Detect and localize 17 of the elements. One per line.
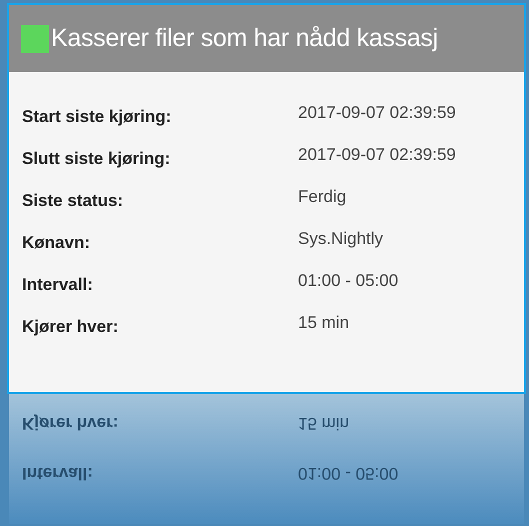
field-value: Sys.Nightly	[298, 228, 384, 250]
field-value: Ferdig	[298, 186, 346, 208]
reflected-value: 15 min	[298, 412, 350, 435]
reflected-value: 01:00 - 05:00	[298, 462, 398, 485]
field-label: Intervall:	[22, 274, 94, 296]
field-label: Slutt siste kjøring:	[22, 148, 172, 170]
field-label: Kjører hver:	[22, 316, 120, 338]
field-value: 01:00 - 05:00	[298, 270, 398, 292]
field-value: 2017-09-07 02:39:59	[298, 144, 456, 166]
field-label: Start siste kjøring:	[22, 106, 172, 128]
field-value: 2017-09-07 02:39:59	[298, 102, 456, 124]
field-label: Kønavn:	[22, 232, 91, 254]
field-label: Siste status:	[22, 190, 124, 212]
field-value: 15 min	[298, 312, 350, 334]
card-title: Kasserer filer som har nådd kassasj	[51, 22, 438, 54]
reflected-label: Kjører hver:	[22, 412, 120, 435]
reflected-label: Intervall:	[22, 462, 94, 485]
